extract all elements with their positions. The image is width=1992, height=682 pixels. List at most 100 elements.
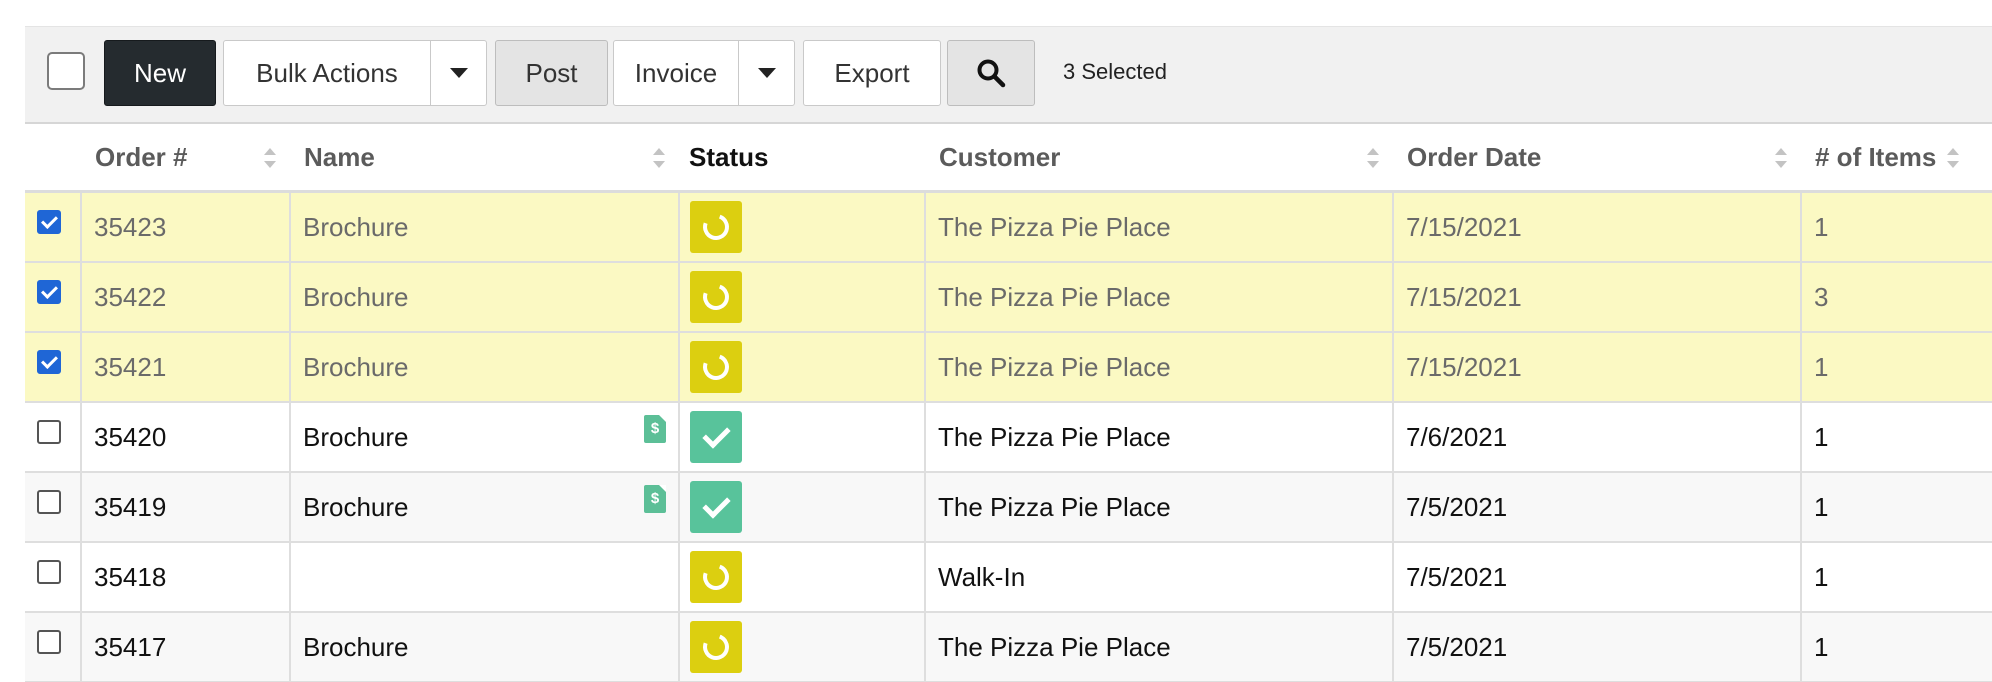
order-date-cell: 7/15/2021 (1393, 191, 1802, 263)
order-date-cell: 7/6/2021 (1393, 402, 1802, 473)
order-date-cell: 7/5/2021 (1393, 542, 1802, 613)
column-label: # of Items (1815, 142, 1937, 172)
header-checkbox-column (25, 124, 81, 193)
sort-icon[interactable] (1367, 148, 1379, 168)
row-checkbox-cell[interactable] (25, 472, 82, 543)
bulk-actions-dropdown-button[interactable] (430, 40, 487, 106)
column-label: Customer (939, 142, 1061, 172)
caret-down-icon (757, 68, 776, 78)
post-button[interactable]: Post (495, 40, 608, 106)
row-checkbox-cell[interactable] (25, 612, 82, 682)
toolbar: New Bulk Actions Post Invoice Export 3 S… (25, 26, 1992, 124)
caret-down-icon (449, 68, 468, 78)
row-checkbox[interactable] (37, 279, 61, 304)
customer-cell: The Pizza Pie Place (925, 402, 1394, 473)
status-pending-icon[interactable] (690, 271, 742, 323)
item-count-cell: 1 (1801, 332, 1992, 403)
status-cell (679, 402, 926, 473)
new-button[interactable]: New (104, 40, 216, 106)
column-header-order[interactable]: Order # (81, 124, 290, 193)
row-checkbox-cell[interactable] (25, 332, 82, 403)
column-label: Name (304, 142, 375, 172)
bulk-actions-button[interactable]: Bulk Actions (223, 40, 431, 106)
column-header-customer[interactable]: Customer (925, 124, 1393, 193)
invoice-dropdown-button[interactable] (738, 40, 795, 106)
column-header-name[interactable]: Name (290, 124, 679, 193)
order-date-cell: 7/5/2021 (1393, 472, 1802, 543)
customer-cell: The Pizza Pie Place (925, 612, 1394, 682)
row-checkbox-cell[interactable] (25, 191, 82, 263)
table-row[interactable]: 35418 Walk-In 7/5/2021 1 (25, 542, 1992, 613)
order-date-cell: 7/15/2021 (1393, 332, 1802, 403)
row-checkbox[interactable] (37, 629, 61, 654)
customer-cell: The Pizza Pie Place (925, 191, 1394, 263)
customer-cell: The Pizza Pie Place (925, 472, 1394, 543)
status-pending-icon[interactable] (690, 201, 742, 253)
name-cell: Brochure $ (290, 472, 680, 543)
orders-table: Order # Name Status Customer Order Date … (25, 124, 1992, 682)
status-pending-icon[interactable] (690, 341, 742, 393)
invoice-button[interactable]: Invoice (613, 40, 739, 106)
order-name: Brochure (303, 491, 409, 522)
table-row[interactable]: 35417 Brochure The Pizza Pie Place 7/5/2021… (25, 612, 1992, 682)
table-row[interactable]: 35422 Brochure The Pizza Pie Place 7/15/202… (25, 262, 1992, 333)
order-number-cell: 35421 (81, 332, 291, 403)
table-row[interactable]: 35423 Brochure The Pizza Pie Place 7/15/202… (25, 191, 1992, 263)
selected-count: 3 Selected (1063, 59, 1167, 84)
row-checkbox[interactable] (37, 349, 61, 374)
order-name: Brochure (303, 351, 409, 382)
status-cell (679, 262, 926, 333)
table-row[interactable]: 35421 Brochure The Pizza Pie Place 7/15/202… (25, 332, 1992, 403)
item-count-cell: 1 (1801, 542, 1992, 613)
invoice-dollar-icon[interactable]: $ (644, 415, 666, 443)
status-cell (679, 332, 926, 403)
customer-cell: Walk-In (925, 542, 1394, 613)
status-pending-icon[interactable] (690, 621, 742, 673)
status-cell (679, 612, 926, 682)
status-cell (679, 191, 926, 263)
search-button[interactable] (947, 40, 1035, 106)
item-count-cell: 1 (1801, 402, 1992, 473)
item-count-cell: 1 (1801, 472, 1992, 543)
row-checkbox[interactable] (37, 559, 61, 584)
order-date-cell: 7/5/2021 (1393, 612, 1802, 682)
invoice-dollar-icon[interactable]: $ (644, 485, 666, 513)
select-all-checkbox[interactable] (47, 52, 85, 90)
status-pending-icon[interactable] (690, 551, 742, 603)
row-checkbox[interactable] (37, 209, 61, 234)
name-cell (290, 542, 680, 613)
order-number-cell: 35422 (81, 262, 291, 333)
column-header-status: Status (679, 124, 925, 193)
row-checkbox-cell[interactable] (25, 402, 82, 473)
item-count-cell: 1 (1801, 612, 1992, 682)
order-name: Brochure (303, 211, 409, 242)
order-date-cell: 7/15/2021 (1393, 262, 1802, 333)
column-header-order-date[interactable]: Order Date (1393, 124, 1801, 193)
status-complete-icon[interactable] (690, 411, 742, 463)
order-name: Brochure (303, 281, 409, 312)
row-checkbox-cell[interactable] (25, 262, 82, 333)
sort-icon[interactable] (264, 148, 276, 168)
search-icon (977, 59, 1006, 88)
export-button[interactable]: Export (803, 40, 941, 106)
row-checkbox-cell[interactable] (25, 542, 82, 613)
item-count-cell: 1 (1801, 191, 1992, 263)
row-checkbox[interactable] (37, 419, 61, 444)
table-row[interactable]: 35420 Brochure $ The Pizza Pie Place 7/6/202… (25, 402, 1992, 473)
customer-cell: The Pizza Pie Place (925, 262, 1394, 333)
order-number-cell: 35420 (81, 402, 291, 473)
name-cell: Brochure (290, 332, 680, 403)
sort-icon[interactable] (1775, 148, 1787, 168)
column-label: Order # (95, 142, 188, 172)
row-checkbox[interactable] (37, 489, 61, 514)
status-cell (679, 542, 926, 613)
name-cell: Brochure (290, 612, 680, 682)
status-complete-icon[interactable] (690, 481, 742, 533)
sort-icon[interactable] (1947, 148, 1959, 168)
sort-icon[interactable] (653, 148, 665, 168)
table-row[interactable]: 35419 Brochure $ The Pizza Pie Place 7/5/202… (25, 472, 1992, 543)
order-number-cell: 35417 (81, 612, 291, 682)
table-body: 35423 Brochure The Pizza Pie Place 7/15/202… (25, 191, 1992, 682)
column-header-items[interactable]: # of Items (1801, 124, 1992, 193)
header-row: Order # Name Status Customer Order Date … (25, 124, 1992, 193)
